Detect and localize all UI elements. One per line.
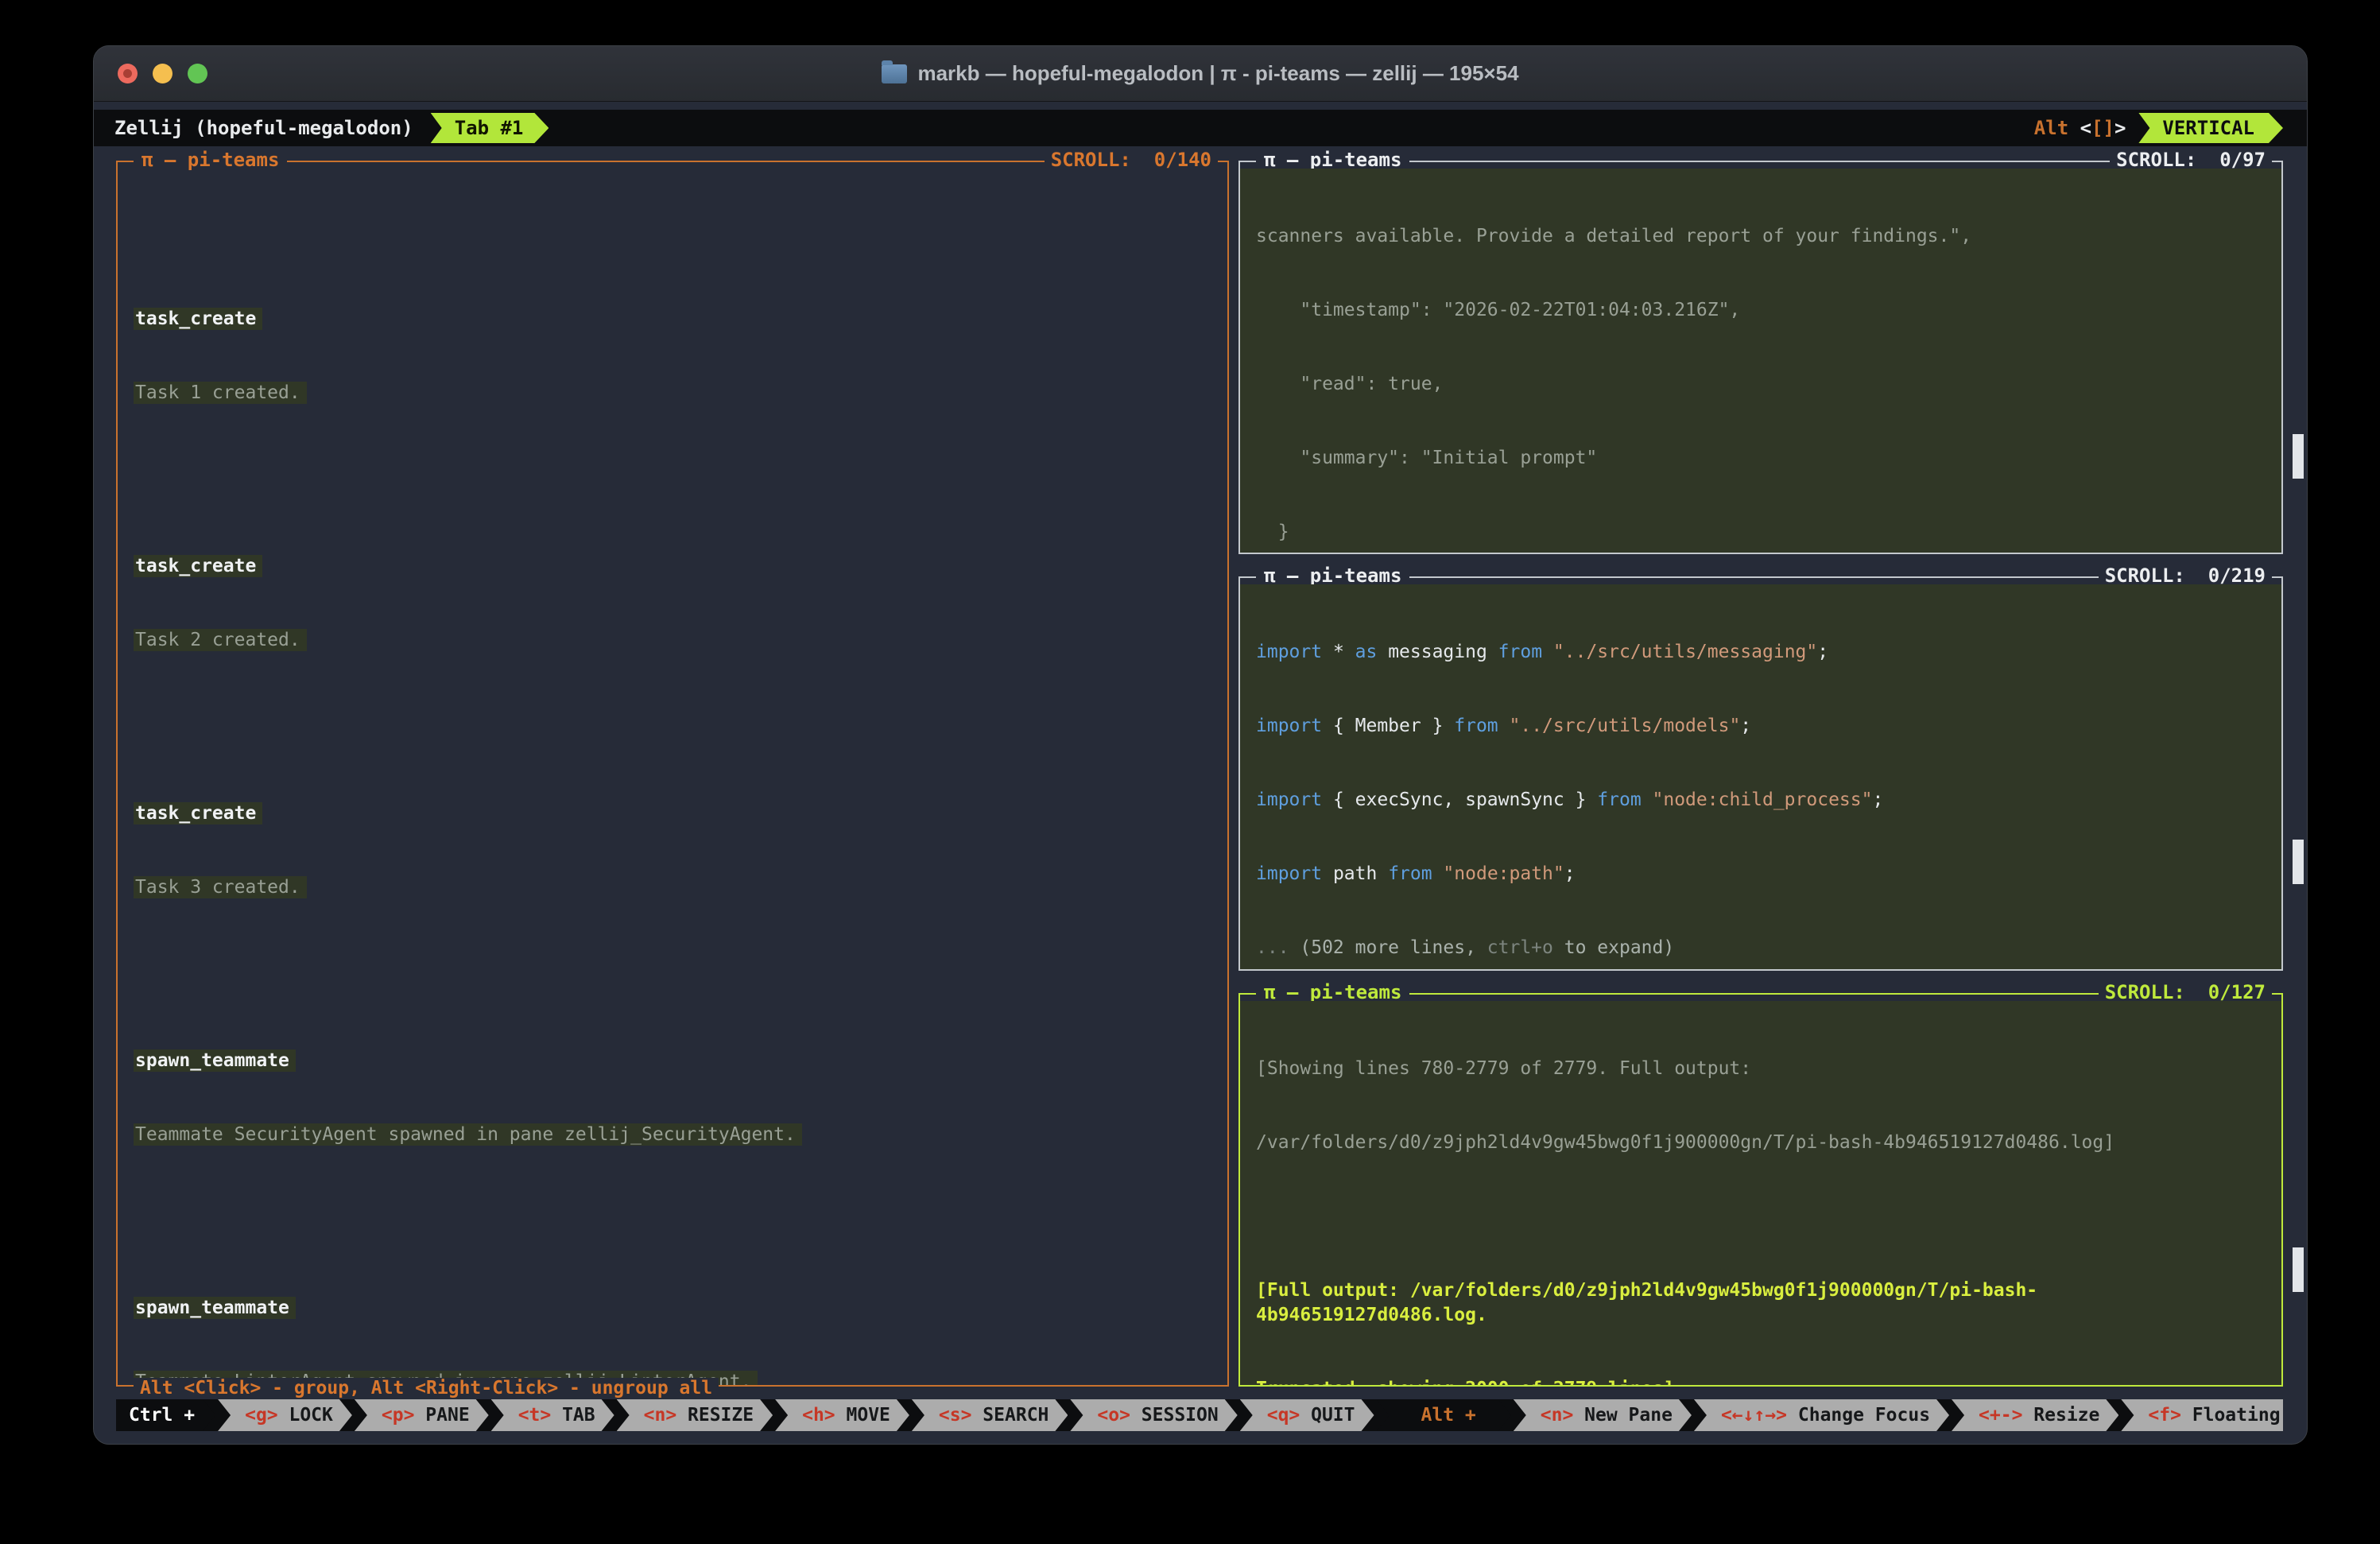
keybinding-bar: Ctrl + <g> LOCK <p> PANE <t> TAB <n> RES… bbox=[116, 1399, 2283, 1431]
alt-brackets-hint: Alt <[]> bbox=[2034, 117, 2126, 139]
tool-name: spawn_teammate bbox=[134, 1049, 296, 1072]
tab-1[interactable]: Tab #1 bbox=[431, 113, 549, 143]
tool-name: task_create bbox=[134, 802, 262, 824]
traffic-lights bbox=[118, 64, 207, 83]
group-hint: Alt <Click> - group, Alt <Right-Click> -… bbox=[134, 1378, 719, 1399]
pane-security-agent[interactable]: π — pi-teams SCROLL: 0/97 scanners avail… bbox=[1238, 161, 2283, 554]
layout-mode-badge: VERTICAL bbox=[2138, 113, 2283, 143]
scrollbar-thumb[interactable] bbox=[2293, 434, 2304, 479]
tool-call-task-2: task_create Task 2 created. bbox=[134, 505, 1211, 702]
code-block: import * as messaging from "../src/utils… bbox=[1240, 584, 2281, 968]
json-output-block: scanners available. Provide a detailed r… bbox=[1240, 169, 2281, 553]
keybar-lock: <g> LOCK bbox=[218, 1399, 352, 1431]
session-name: Zellij (hopeful-megalodon) bbox=[114, 117, 413, 139]
pane-area: π — pi-teams SCROLL: 0/140 task_create T… bbox=[94, 146, 2307, 1395]
scrollbar-thumb[interactable] bbox=[2293, 1247, 2304, 1292]
pane-linter-agent[interactable]: π — pi-teams SCROLL: 0/219 import * as m… bbox=[1238, 576, 2283, 970]
terminal-window: markb — hopeful-megalodon | π - pi-teams… bbox=[93, 45, 2308, 1445]
folder-icon bbox=[882, 64, 907, 83]
tool-call-task-3: task_create Task 3 created. bbox=[134, 752, 1211, 949]
tool-name: task_create bbox=[134, 555, 262, 577]
tool-call-task-1: task_create Task 1 created. bbox=[134, 258, 1211, 455]
log-output-block: [Showing lines 780-2779 of 2779. Full ou… bbox=[1240, 1001, 2281, 1385]
window-title: markb — hopeful-megalodon | π - pi-teams… bbox=[917, 61, 1518, 86]
window-titlebar: markb — hopeful-megalodon | π - pi-teams… bbox=[94, 46, 2307, 102]
scrollbar-thumb[interactable] bbox=[2293, 840, 2304, 884]
keybar-ctrl: Ctrl + bbox=[116, 1399, 215, 1431]
tool-name: spawn_teammate bbox=[134, 1297, 296, 1319]
close-button[interactable] bbox=[118, 64, 138, 83]
tool-result: Teammate SecurityAgent spawned in pane z… bbox=[134, 1123, 802, 1146]
tool-result: Task 3 created. bbox=[134, 876, 307, 898]
pane-bughunter-agent[interactable]: π — pi-teams SCROLL: 0/127 [Showing line… bbox=[1238, 993, 2283, 1387]
pane-orchestrator[interactable]: π — pi-teams SCROLL: 0/140 task_create T… bbox=[116, 161, 1229, 1387]
keybar-tab: <t> TAB bbox=[491, 1399, 614, 1431]
keybar-move: <h> MOVE bbox=[775, 1399, 909, 1431]
right-pane-column: π — pi-teams SCROLL: 0/97 scanners avail… bbox=[1238, 161, 2283, 1387]
minimize-button[interactable] bbox=[153, 64, 172, 83]
keybar-resize: <n> RESIZE bbox=[617, 1399, 773, 1431]
tool-result: Task 1 created. bbox=[134, 382, 307, 404]
tool-call-spawn-security: spawn_teammate Teammate SecurityAgent sp… bbox=[134, 999, 1211, 1197]
keybar-session: <o> SESSION bbox=[1070, 1399, 1237, 1431]
tool-name: task_create bbox=[134, 308, 262, 330]
keybar-change-focus: <←↓↑→> Change Focus bbox=[1694, 1399, 1949, 1431]
keybar-floating: <f> Floating bbox=[2121, 1399, 2283, 1431]
tool-call-spawn-linter: spawn_teammate Teammate LinterAgent spaw… bbox=[134, 1247, 1211, 1385]
keybar-quit: <q> QUIT bbox=[1240, 1399, 1374, 1431]
keybar-pane: <p> PANE bbox=[355, 1399, 489, 1431]
keybar-search: <s> SEARCH bbox=[912, 1399, 1068, 1431]
keybar-new-pane: <n> New Pane bbox=[1514, 1399, 1692, 1431]
keybar-resize-alt: <+-> Resize bbox=[1952, 1399, 2118, 1431]
tool-result: Task 2 created. bbox=[134, 629, 307, 651]
zoom-button[interactable] bbox=[188, 64, 207, 83]
keybar-alt: Alt + bbox=[1377, 1399, 1511, 1431]
zellij-tab-bar: Zellij (hopeful-megalodon) Tab #1 Alt <[… bbox=[94, 110, 2307, 146]
